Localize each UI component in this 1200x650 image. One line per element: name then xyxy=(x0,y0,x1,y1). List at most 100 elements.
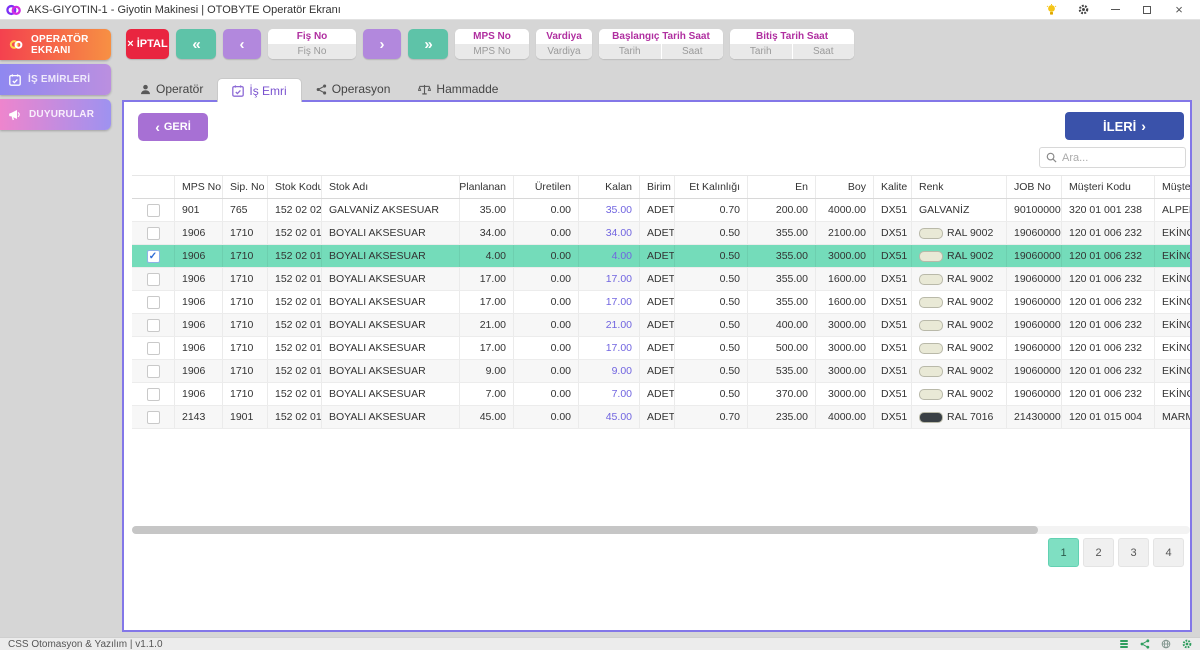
globe-icon[interactable] xyxy=(1161,639,1171,649)
page-button-3[interactable]: 3 xyxy=(1118,538,1149,567)
col-header-mps-no[interactable]: MPS No xyxy=(175,176,223,198)
cell-select xyxy=(132,268,175,290)
table-row[interactable]: 19061710152 02 01 001BOYALI AKSESUAR17.0… xyxy=(132,268,1190,291)
row-checkbox[interactable] xyxy=(147,273,160,286)
cell-renk: RAL 9002 xyxy=(912,337,1007,359)
cell-musteri-kodu: 120 01 006 232 xyxy=(1062,337,1155,359)
table-row[interactable]: 19061710152 02 01 001BOYALI AKSESUAR21.0… xyxy=(132,314,1190,337)
cell-stok-kodu: 152 02 01 001 xyxy=(268,314,322,336)
col-header-birim[interactable]: Birim xyxy=(640,176,675,198)
minimize-button[interactable] xyxy=(1108,3,1122,17)
cell-birim: ADET xyxy=(640,222,675,244)
start-datetime-field-group: Başlangıç Tarih Saat xyxy=(599,29,723,59)
search-input[interactable] xyxy=(1062,152,1179,164)
layers-icon[interactable] xyxy=(1119,639,1129,649)
table-row[interactable]: 19061710152 02 01 001BOYALI AKSESUAR17.0… xyxy=(132,291,1190,314)
tab-hammadde[interactable]: Hammadde xyxy=(404,78,512,100)
col-header-job-no[interactable]: JOB No xyxy=(1007,176,1062,198)
nav-last-button[interactable]: » xyxy=(408,29,448,59)
cell-kalite: DX51 xyxy=(874,268,912,290)
sidebar-item-duyurular[interactable]: DUYURULAR xyxy=(0,99,111,130)
cell-musteri: EKİNCİO xyxy=(1155,291,1190,313)
cell-kalan: 35.00 xyxy=(579,199,640,221)
start-date-input[interactable] xyxy=(599,44,661,59)
col-header-stok-kodu[interactable]: Stok Kodu xyxy=(268,176,322,198)
cell-uretilen: 0.00 xyxy=(514,383,579,405)
fis-no-input[interactable] xyxy=(268,44,356,59)
cancel-button[interactable]: ×İPTAL xyxy=(126,29,169,59)
table-row[interactable]: 19061710152 02 01 001BOYALI AKSESUAR9.00… xyxy=(132,360,1190,383)
nav-prev-button[interactable]: ‹ xyxy=(223,29,261,59)
page-button-4[interactable]: 4 xyxy=(1153,538,1184,567)
cell-planlanan: 17.00 xyxy=(460,268,514,290)
is-emri-table: MPS NoSip. NoStok KoduStok AdıPlanlananÜ… xyxy=(132,175,1190,429)
row-checkbox[interactable] xyxy=(147,319,160,332)
end-date-input[interactable] xyxy=(730,44,792,59)
person-icon xyxy=(140,84,151,95)
col-header-en[interactable]: En xyxy=(748,176,816,198)
row-checkbox[interactable] xyxy=(147,204,160,217)
col-header-renk[interactable]: Renk xyxy=(912,176,1007,198)
col-header-kalite[interactable]: Kalite xyxy=(874,176,912,198)
cell-select xyxy=(132,337,175,359)
row-checkbox[interactable] xyxy=(147,227,160,240)
row-checkbox[interactable] xyxy=(147,365,160,378)
row-checkbox[interactable] xyxy=(147,388,160,401)
col-header-boy[interactable]: Boy xyxy=(816,176,874,198)
table-row[interactable]: 901765152 02 02 001GALVANİZ AKSESUAR35.0… xyxy=(132,199,1190,222)
cell-musteri-kodu: 120 01 006 232 xyxy=(1062,360,1155,382)
col-header-stok-adi[interactable]: Stok Adı xyxy=(322,176,460,198)
vardiya-input[interactable] xyxy=(536,44,592,59)
next-button[interactable]: İLERİ › xyxy=(1065,112,1184,140)
cell-renk: RAL 9002 xyxy=(912,360,1007,382)
row-checkbox[interactable] xyxy=(147,296,160,309)
end-time-input[interactable] xyxy=(793,44,855,59)
cell-select xyxy=(132,222,175,244)
col-header-kalan[interactable]: Kalan xyxy=(579,176,640,198)
col-header-planlanan[interactable]: Planlanan xyxy=(460,176,514,198)
cell-et-kalinligi: 0.50 xyxy=(675,337,748,359)
sidebar-item-is-emirleri[interactable]: İŞ EMİRLERİ xyxy=(0,64,111,95)
close-button[interactable]: × xyxy=(1172,3,1186,17)
col-header-musteri-kodu[interactable]: Müşteri Kodu xyxy=(1062,176,1155,198)
col-header-et-kalinligi[interactable]: Et Kalınlığı xyxy=(675,176,748,198)
table-row[interactable]: 19061710152 02 01 001BOYALI AKSESUAR17.0… xyxy=(132,337,1190,360)
theme-bulb-icon[interactable] xyxy=(1044,3,1058,17)
gear-icon[interactable] xyxy=(1182,639,1192,649)
sidebar-item-operator-ekrani[interactable]: OPERATÖR EKRANI xyxy=(0,29,111,60)
page-button-2[interactable]: 2 xyxy=(1083,538,1114,567)
table-row[interactable]: ✓19061710152 02 01 001BOYALI AKSESUAR4.0… xyxy=(132,245,1190,268)
tab-operator[interactable]: Operatör xyxy=(126,78,217,100)
tab-is-emri[interactable]: İş Emri xyxy=(217,78,301,102)
settings-gear-icon[interactable] xyxy=(1076,3,1090,17)
row-checkbox[interactable] xyxy=(147,342,160,355)
col-header-select[interactable] xyxy=(132,176,175,198)
cell-stok-adi: BOYALI AKSESUAR xyxy=(322,383,460,405)
cell-planlanan: 7.00 xyxy=(460,383,514,405)
row-checkbox[interactable]: ✓ xyxy=(147,250,160,263)
mps-no-input[interactable] xyxy=(455,44,529,59)
table-row[interactable]: 19061710152 02 01 001BOYALI AKSESUAR34.0… xyxy=(132,222,1190,245)
share-nodes-icon[interactable] xyxy=(1140,639,1150,649)
cell-en: 355.00 xyxy=(748,222,816,244)
col-header-uretilen[interactable]: Üretilen xyxy=(514,176,579,198)
chevron-right-icon: › xyxy=(380,36,385,53)
back-button[interactable]: ‹ GERİ xyxy=(138,113,208,141)
table-row[interactable]: 21431901152 02 01 001BOYALI AKSESUAR45.0… xyxy=(132,406,1190,429)
cell-et-kalinligi: 0.50 xyxy=(675,245,748,267)
cell-boy: 2100.00 xyxy=(816,222,874,244)
nav-next-button[interactable]: › xyxy=(363,29,401,59)
tab-operasyon[interactable]: Operasyon xyxy=(302,78,405,100)
table-row[interactable]: 19061710152 02 01 001BOYALI AKSESUAR7.00… xyxy=(132,383,1190,406)
cell-musteri: MARMA xyxy=(1155,406,1190,428)
page-button-1[interactable]: 1 xyxy=(1048,538,1079,567)
col-header-sip-no[interactable]: Sip. No xyxy=(223,176,268,198)
nav-first-button[interactable]: « xyxy=(176,29,216,59)
maximize-button[interactable] xyxy=(1140,3,1154,17)
cell-stok-kodu: 152 02 01 001 xyxy=(268,222,322,244)
row-checkbox[interactable] xyxy=(147,411,160,424)
cell-en: 200.00 xyxy=(748,199,816,221)
horizontal-scrollbar-thumb[interactable] xyxy=(132,526,1038,534)
start-time-input[interactable] xyxy=(662,44,724,59)
col-header-musteri[interactable]: Müşteri xyxy=(1155,176,1190,198)
